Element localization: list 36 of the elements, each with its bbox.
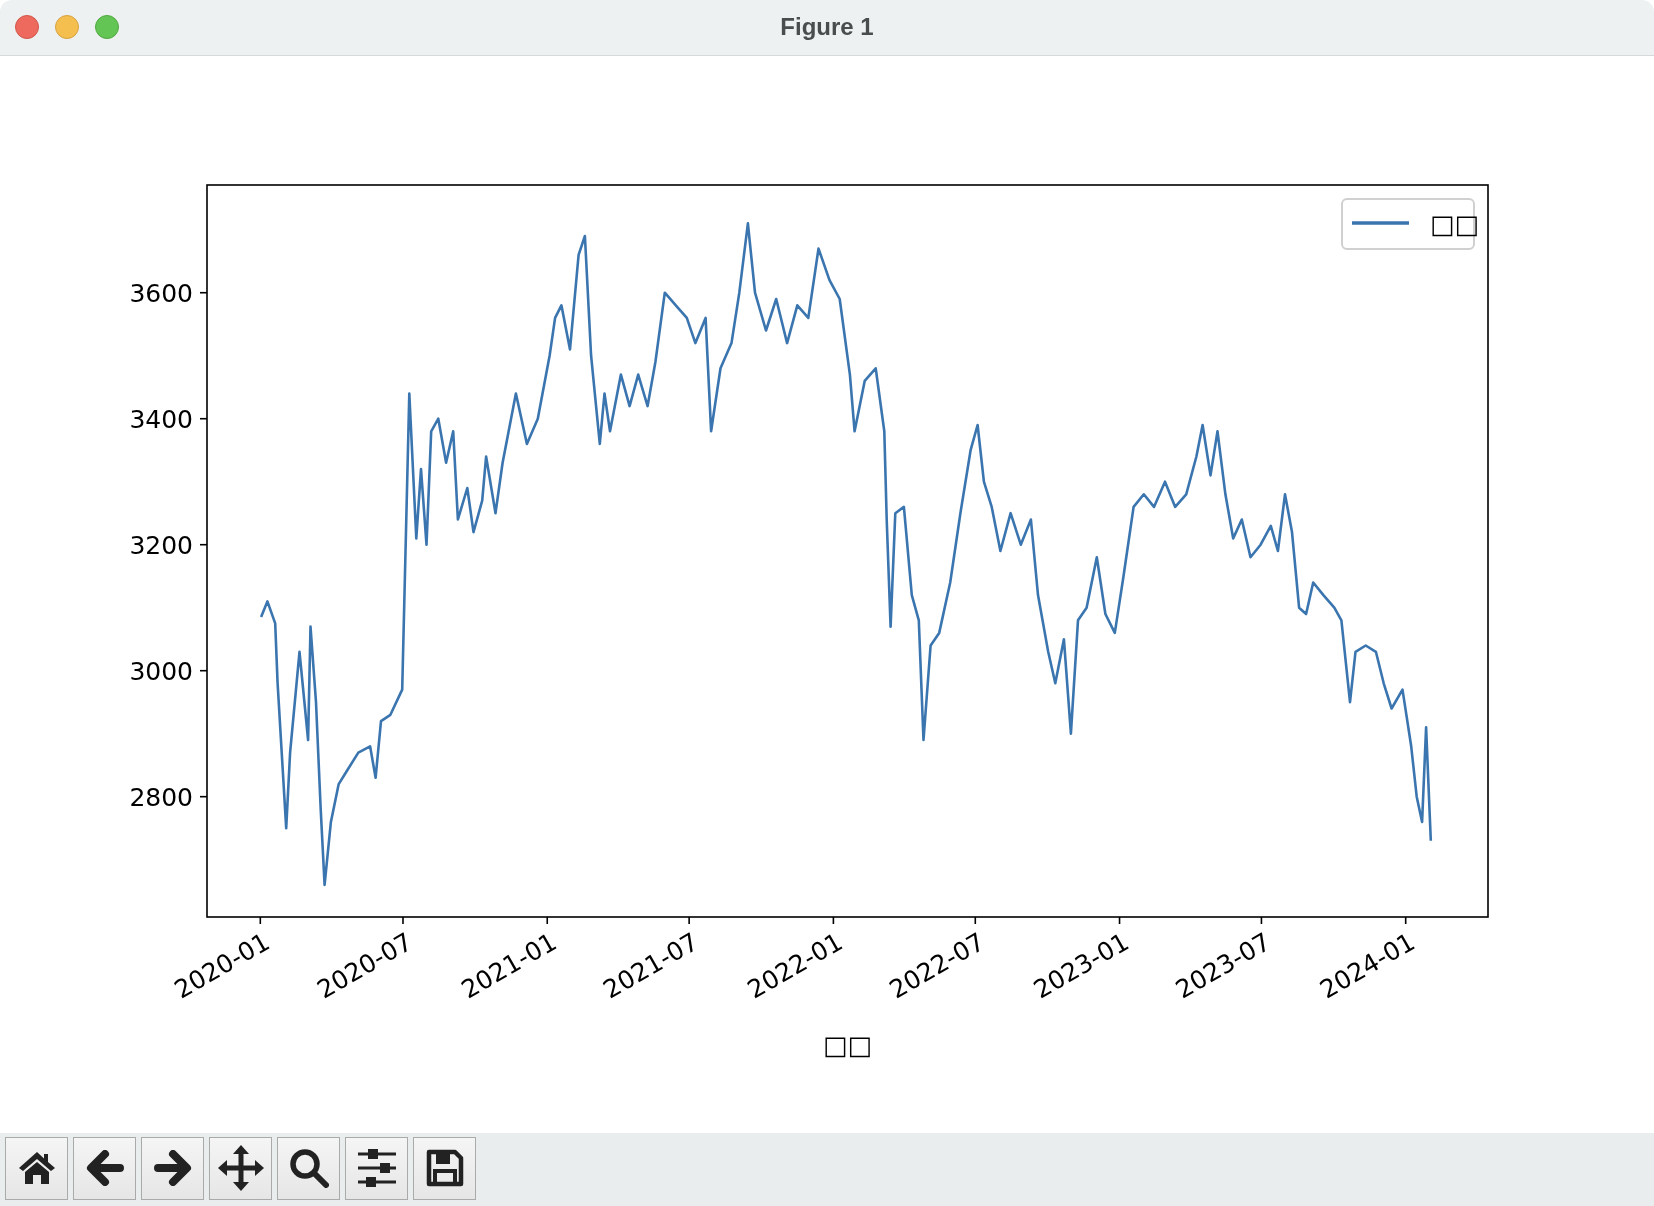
- window-title: Figure 1: [780, 13, 874, 41]
- tick-mark: [688, 915, 690, 925]
- tick-mark: [199, 795, 208, 798]
- tick-mark: [1118, 915, 1121, 925]
- close-button[interactable]: [15, 15, 39, 40]
- configure-button[interactable]: [345, 1136, 408, 1200]
- tick-mark: [1404, 915, 1407, 925]
- y-tick-label: 3600: [129, 278, 193, 308]
- home-button[interactable]: [5, 1136, 68, 1200]
- tick-mark: [199, 417, 208, 420]
- pan-button[interactable]: [209, 1136, 272, 1200]
- tick-mark: [259, 915, 262, 925]
- y-tick-label: 3200: [129, 530, 193, 560]
- forward-arrow-icon: [153, 1150, 192, 1187]
- y-tick-label: 3400: [129, 404, 193, 434]
- sliders-icon: [356, 1149, 397, 1188]
- zoom-tool-button[interactable]: [277, 1136, 340, 1200]
- tick-mark: [1260, 915, 1263, 925]
- back-button[interactable]: [73, 1136, 136, 1200]
- tick-mark: [199, 291, 208, 294]
- y-tick-label: 3000: [129, 656, 193, 686]
- search-icon: [288, 1148, 329, 1189]
- back-arrow-icon: [85, 1150, 124, 1187]
- tick-mark: [832, 915, 835, 925]
- y-tick-label: 2800: [129, 782, 193, 812]
- tick-mark: [974, 915, 977, 925]
- legend-label: □□: [1430, 208, 1480, 239]
- x-axis-label: □□: [822, 1029, 873, 1060]
- save-button[interactable]: [413, 1136, 476, 1200]
- save-icon: [425, 1149, 464, 1188]
- tick-mark: [402, 915, 404, 925]
- tick-mark: [199, 543, 208, 546]
- tick-mark: [199, 669, 208, 672]
- forward-button[interactable]: [141, 1136, 204, 1200]
- tick-mark: [546, 915, 549, 925]
- move-icon: [217, 1145, 264, 1192]
